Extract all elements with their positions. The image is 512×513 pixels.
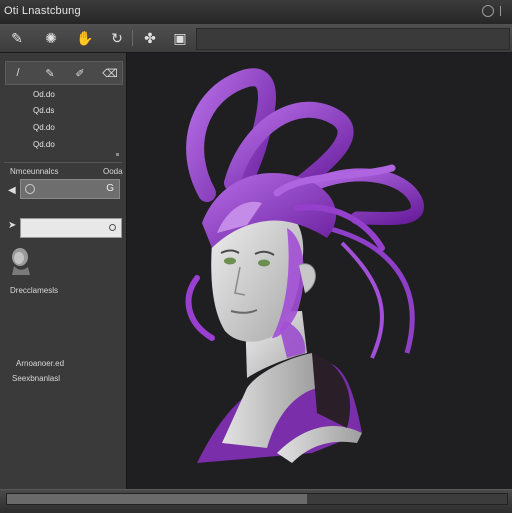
left-panel: / ✎ ✐ ⌫ Od.do Qd.ds Qd.do Qd.do Nmceunna… bbox=[0, 53, 127, 489]
section-header-value: Ooda bbox=[103, 167, 123, 176]
transpose-icon[interactable]: ✤ bbox=[139, 27, 161, 49]
expand-arrow-icon[interactable]: ◀ bbox=[8, 185, 16, 196]
preset-dropdown[interactable]: G bbox=[20, 179, 120, 199]
panel-divider bbox=[4, 162, 122, 163]
toolbar-separator bbox=[132, 30, 133, 46]
sculpted-head-model[interactable] bbox=[127, 53, 512, 489]
window-control-icon[interactable] bbox=[482, 5, 494, 17]
window-title: Oti Lnastcbung bbox=[4, 5, 81, 17]
panel-mini-toolbar: / ✎ ✐ ⌫ bbox=[5, 61, 123, 85]
title-bar: Oti Lnastcbung bbox=[0, 0, 512, 25]
window-resize-icon[interactable] bbox=[500, 6, 509, 16]
pencil-icon[interactable]: ✎ bbox=[42, 65, 58, 81]
horizontal-scrollbar[interactable] bbox=[6, 493, 508, 505]
dropdown-indicator: G bbox=[106, 183, 114, 194]
section-header-label: Nmceunnalcs bbox=[10, 167, 59, 176]
main-toolbar: ✎ ✺ ✋ ↻ ✤ ▣ bbox=[0, 24, 512, 53]
toolbar-options-area bbox=[196, 28, 510, 50]
list-item[interactable]: Qd.ds bbox=[33, 106, 54, 115]
brush-icon[interactable]: / bbox=[10, 65, 26, 81]
move-brush-icon[interactable]: ✋ bbox=[74, 27, 96, 49]
sculpt-brush-icon[interactable]: ✎ bbox=[6, 27, 28, 49]
info-line: Arnoanoer.ed bbox=[16, 359, 65, 368]
resize-grip-icon[interactable] bbox=[116, 153, 119, 156]
info-line: Seexbnanlasl bbox=[12, 374, 61, 383]
3d-viewport[interactable] bbox=[127, 53, 512, 489]
value-input[interactable] bbox=[20, 218, 122, 238]
input-clear-icon[interactable] bbox=[109, 224, 116, 231]
list-item[interactable]: Qd.do bbox=[33, 123, 55, 132]
list-item[interactable]: Qd.do bbox=[33, 140, 55, 149]
dropdown-icon bbox=[25, 184, 35, 194]
scrollbar-thumb[interactable] bbox=[7, 494, 307, 504]
head-thumbnail-icon[interactable] bbox=[8, 245, 34, 275]
status-bar bbox=[0, 489, 512, 513]
list-item[interactable]: Od.do bbox=[33, 90, 55, 99]
rotate-icon[interactable]: ↻ bbox=[106, 27, 128, 49]
pointer-icon[interactable]: ➤ bbox=[8, 220, 16, 231]
eraser-icon[interactable]: ⌫ bbox=[102, 65, 118, 81]
smooth-brush-icon[interactable]: ✺ bbox=[40, 27, 62, 49]
thumbnail-label: Drecclamesls bbox=[10, 286, 59, 295]
layer-icon[interactable]: ▣ bbox=[169, 27, 191, 49]
pen-icon[interactable]: ✐ bbox=[72, 65, 88, 81]
